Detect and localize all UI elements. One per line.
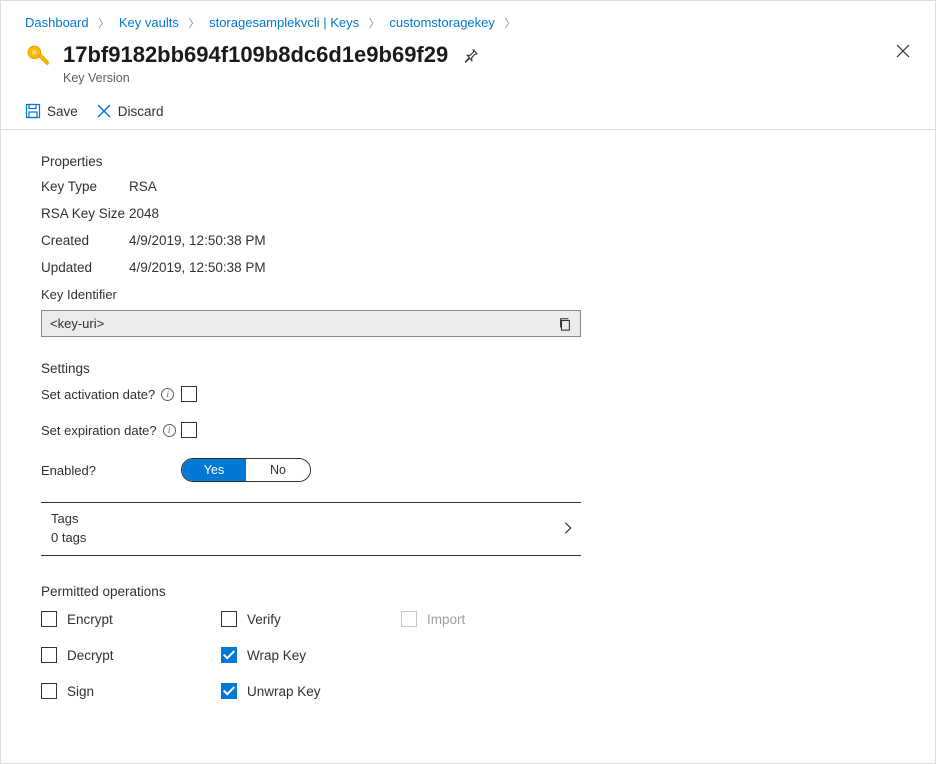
tags-row[interactable]: Tags 0 tags [41,502,581,556]
chevron-right-icon: 〉 [369,15,380,31]
property-key-type: Key Type RSA [41,179,911,194]
page-header: 17bf9182bb694f109b8dc6d1e9b69f29 Key Ver… [1,37,935,95]
toolbar: Save Discard [1,95,935,130]
chevron-right-icon [561,521,575,535]
properties-section-title: Properties [41,154,911,169]
breadcrumb-dashboard[interactable]: Dashboard [25,15,89,30]
breadcrumb-keyname[interactable]: customstoragekey [389,15,495,30]
settings-section-title: Settings [41,361,911,376]
sign-label: Sign [67,684,94,699]
property-label: RSA Key Size [41,206,129,221]
info-icon[interactable]: i [163,424,176,437]
breadcrumb-vault[interactable]: storagesamplekvcli | Keys [209,15,359,30]
copy-icon[interactable] [558,317,572,331]
setting-activation-date: Set activation date? i [41,386,911,402]
wrap-label: Wrap Key [247,648,306,663]
wrap-checkbox[interactable] [221,647,237,663]
property-label: Key Type [41,179,129,194]
key-identifier-field[interactable]: <key-uri> [41,310,581,337]
page-subtitle: Key Version [63,71,448,85]
property-created: Created 4/9/2019, 12:50:38 PM [41,233,911,248]
property-value: 2048 [129,206,159,221]
chevron-right-icon: 〉 [98,15,109,31]
sign-checkbox[interactable] [41,683,57,699]
enabled-toggle[interactable]: Yes No [181,458,311,482]
discard-label: Discard [118,104,164,119]
expiration-date-label: Set expiration date? [41,423,157,438]
property-key-size: RSA Key Size 2048 [41,206,911,221]
chevron-right-icon: 〉 [505,15,516,31]
unwrap-checkbox[interactable] [221,683,237,699]
toggle-no[interactable]: No [246,459,310,481]
chevron-right-icon: 〉 [188,15,199,31]
perm-verify: Verify [221,611,401,627]
property-value: RSA [129,179,157,194]
perm-sign: Sign [41,683,221,699]
setting-expiration-date: Set expiration date? i [41,422,911,438]
save-button[interactable]: Save [25,103,78,119]
property-label: Created [41,233,129,248]
encrypt-label: Encrypt [67,612,113,627]
unwrap-label: Unwrap Key [247,684,321,699]
key-identifier-label: Key Identifier [41,287,911,302]
encrypt-checkbox[interactable] [41,611,57,627]
expiration-date-checkbox[interactable] [181,422,197,438]
perm-import: Import [401,611,581,627]
tags-label: Tags [51,511,86,526]
property-updated: Updated 4/9/2019, 12:50:38 PM [41,260,911,275]
permitted-operations-title: Permitted operations [41,584,911,599]
save-icon [25,103,41,119]
perm-decrypt: Decrypt [41,647,221,663]
toggle-yes[interactable]: Yes [182,459,246,481]
discard-button[interactable]: Discard [96,103,164,119]
key-icon [25,43,53,71]
perm-wrap: Wrap Key [221,647,401,663]
decrypt-checkbox[interactable] [41,647,57,663]
decrypt-label: Decrypt [67,648,114,663]
import-label: Import [427,612,465,627]
close-icon[interactable] [895,43,911,59]
setting-enabled: Enabled? Yes No [41,458,911,482]
enabled-label: Enabled? [41,463,96,478]
property-value: 4/9/2019, 12:50:38 PM [129,260,266,275]
save-label: Save [47,104,78,119]
pin-icon[interactable] [462,47,480,65]
page-title: 17bf9182bb694f109b8dc6d1e9b69f29 [63,41,448,69]
verify-checkbox[interactable] [221,611,237,627]
activation-date-checkbox[interactable] [181,386,197,402]
import-checkbox [401,611,417,627]
perm-unwrap: Unwrap Key [221,683,401,699]
verify-label: Verify [247,612,281,627]
info-icon[interactable]: i [161,388,174,401]
perm-encrypt: Encrypt [41,611,221,627]
key-identifier-value: <key-uri> [50,316,104,331]
property-label: Updated [41,260,129,275]
property-value: 4/9/2019, 12:50:38 PM [129,233,266,248]
discard-icon [96,103,112,119]
content: Properties Key Type RSA RSA Key Size 204… [1,130,935,699]
activation-date-label: Set activation date? [41,387,155,402]
breadcrumb: Dashboard 〉 Key vaults 〉 storagesamplekv… [1,1,935,37]
breadcrumb-keyvaults[interactable]: Key vaults [119,15,179,30]
tags-count: 0 tags [51,530,86,545]
